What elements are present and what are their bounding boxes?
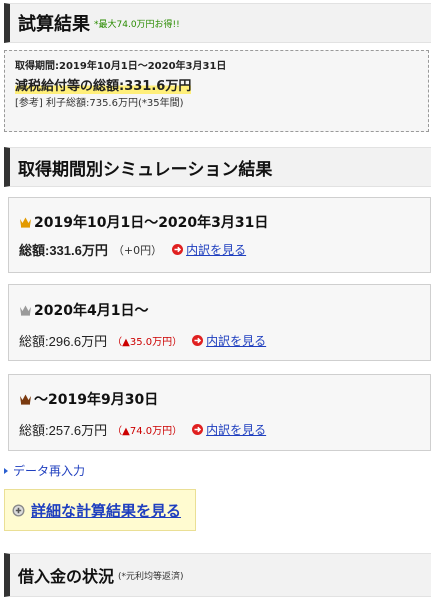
simulation-card-title: ～2019年9月30日 [19, 389, 430, 409]
simulation-total-line: 総額:331.6万円 （+0円） 内訳を見る [19, 240, 430, 259]
simulation-diff: （+0円） [112, 243, 163, 257]
benefit-total: 減税給付等の総額:331.6万円 [15, 77, 428, 96]
loan-status-section-header: 借入金の状況 (*元利均等返済) [4, 553, 431, 597]
simulation-diff: （▲74.0万円） [112, 426, 183, 437]
arrow-circle-icon [192, 424, 204, 435]
benefit-total-label: 減税給付等の総額: [15, 79, 125, 94]
simulation-diff: （▲35.0万円） [112, 337, 183, 348]
result-section-title: 試算結果 [18, 14, 90, 35]
simulation-card-3: ～2019年9月30日 総額:257.6万円 （▲74.0万円） 内訳を見る [8, 374, 431, 451]
simulation-total: 総額:257.6万円 [19, 423, 108, 438]
simulation-section-header: 取得期間別シミュレーション結果 [4, 147, 431, 187]
simulation-card-2: 2020年4月1日～ 総額:296.6万円 （▲35.0万円） 内訳を見る [8, 284, 431, 361]
breakdown-link-3[interactable]: 内訳を見る [192, 421, 266, 438]
simulation-card-title: 2019年10月1日～2020年3月31日 [19, 212, 430, 232]
simulation-total-line: 総額:257.6万円 （▲74.0万円） 内訳を見る [19, 420, 430, 439]
detailed-results-link[interactable]: 詳細な計算結果を見る [31, 500, 181, 521]
silver-crown-icon [20, 305, 31, 316]
benefit-total-value: 331.6万円 [124, 79, 192, 94]
simulation-period: ～2019年9月30日 [34, 392, 159, 408]
triangle-right-icon [4, 467, 8, 474]
interest-reference: [参考] 利子総額:735.6万円(*35年間) [15, 98, 184, 109]
simulation-total-line: 総額:296.6万円 （▲35.0万円） 内訳を見る [19, 331, 430, 350]
breakdown-link-2[interactable]: 内訳を見る [192, 332, 266, 349]
max-savings-note: *最大74.0万円お得!! [94, 19, 180, 30]
loan-status-title: 借入金の状況 [18, 567, 115, 586]
gold-crown-icon [20, 217, 31, 228]
simulation-card-title: 2020年4月1日～ [19, 300, 430, 320]
summary-box: 取得期間:2019年10月1日～2020年3月31日 減税給付等の総額:331.… [4, 50, 429, 132]
simulation-period: 2019年10月1日～2020年3月31日 [34, 215, 269, 231]
breakdown-link-text[interactable]: 内訳を見る [186, 241, 246, 258]
simulation-total: 総額:296.6万円 [19, 334, 108, 349]
arrow-circle-icon [172, 244, 184, 255]
simulation-card-1: 2019年10月1日～2020年3月31日 総額:331.6万円 （+0円） 内… [8, 197, 431, 273]
acquisition-period: 取得期間:2019年10月1日～2020年3月31日 [15, 61, 227, 72]
breakdown-link-text[interactable]: 内訳を見る [206, 332, 266, 349]
reinput-link[interactable]: データ再入力 [4, 462, 85, 479]
breakdown-link-1[interactable]: 内訳を見る [172, 241, 246, 258]
detailed-results-button[interactable]: 詳細な計算結果を見る [4, 489, 196, 531]
arrow-circle-icon [192, 335, 204, 346]
simulation-total: 総額:331.6万円 [19, 243, 108, 258]
result-section-header: 試算結果 *最大74.0万円お得!! [4, 3, 431, 43]
simulation-period: 2020年4月1日～ [34, 303, 149, 319]
repayment-method-note: (*元利均等返済) [118, 571, 184, 582]
bronze-crown-icon [20, 394, 31, 405]
simulation-section-title: 取得期間別シミュレーション結果 [18, 159, 273, 180]
plus-circle-icon [12, 504, 25, 516]
breakdown-link-text[interactable]: 内訳を見る [206, 421, 266, 438]
reinput-link-text[interactable]: データ再入力 [13, 462, 85, 479]
